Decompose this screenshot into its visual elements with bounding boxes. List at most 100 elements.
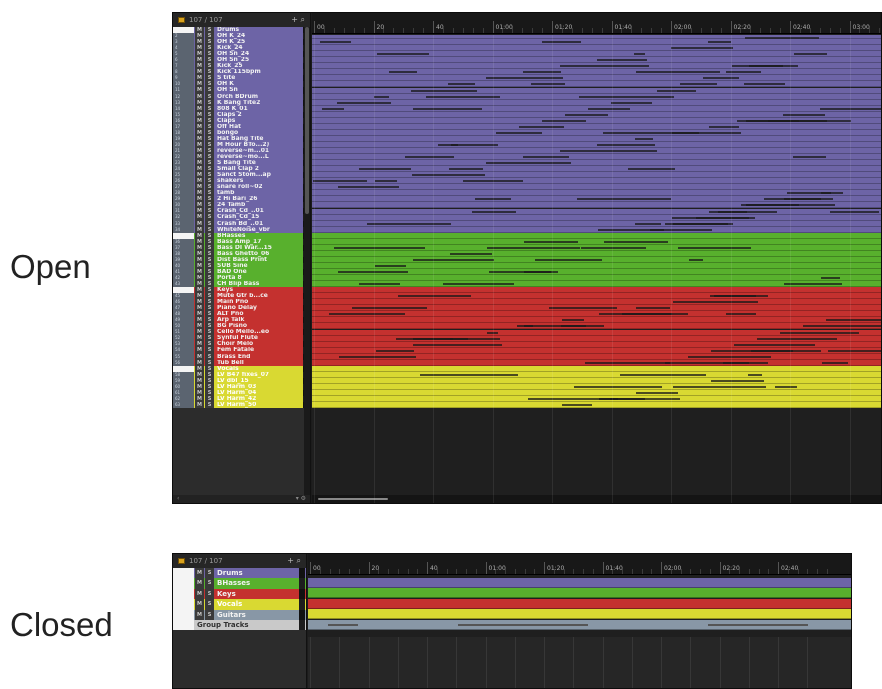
audio-region[interactable] (367, 222, 452, 225)
audio-region[interactable] (376, 349, 414, 352)
audio-region[interactable] (775, 385, 797, 388)
audio-region[interactable] (531, 83, 565, 86)
audio-region[interactable] (412, 258, 494, 261)
track-lane[interactable] (308, 609, 851, 620)
audio-region[interactable] (448, 83, 476, 86)
audio-region[interactable] (420, 373, 519, 376)
audio-region[interactable] (576, 198, 672, 201)
audio-region[interactable] (358, 283, 400, 286)
audio-region[interactable] (413, 343, 502, 346)
audio-region[interactable] (320, 41, 351, 44)
audio-region[interactable] (792, 156, 827, 159)
audio-region[interactable] (671, 47, 734, 50)
audio-region[interactable] (426, 95, 500, 98)
arrange-area[interactable]: 00 20 40 01:00 01:20 01:40 02:00 02:20 02:40 (308, 554, 851, 688)
audio-region[interactable] (672, 301, 758, 304)
audio-region[interactable] (450, 143, 499, 146)
mute-button[interactable]: M (195, 401, 204, 408)
audio-region[interactable] (635, 71, 720, 74)
audio-region[interactable] (458, 623, 588, 626)
audio-region[interactable] (524, 271, 552, 273)
audio-region[interactable] (627, 168, 675, 171)
mute-button[interactable]: M (195, 588, 204, 600)
audio-region[interactable] (610, 398, 646, 401)
timeline-ruler[interactable]: 00 20 40 01:00 01:20 01:40 02:00 02:20 02:40 03:0… (312, 13, 881, 34)
audio-region[interactable] (413, 107, 483, 110)
audio-region[interactable] (787, 192, 844, 195)
audio-region[interactable] (471, 210, 517, 213)
audio-region[interactable] (757, 337, 838, 340)
audio-region[interactable] (731, 65, 798, 68)
audio-region[interactable] (825, 319, 881, 322)
audio-region[interactable] (743, 83, 786, 86)
track-lane[interactable] (308, 578, 851, 588)
audio-region[interactable] (404, 156, 455, 159)
scrollbar-thumb[interactable] (305, 27, 309, 215)
audio-region[interactable] (548, 307, 617, 310)
track-lane[interactable] (308, 598, 851, 609)
audio-region[interactable] (635, 222, 662, 225)
track-list-scrollbar[interactable] (304, 27, 310, 495)
folder-icon[interactable] (173, 588, 194, 600)
track-row[interactable]: M S Guitars (173, 609, 306, 620)
collapse-icon[interactable]: ‹ (177, 495, 179, 503)
solo-button[interactable]: S (205, 588, 214, 600)
audio-region[interactable] (560, 325, 605, 328)
audio-region[interactable] (677, 246, 752, 249)
audio-region[interactable] (802, 325, 881, 328)
track-lane[interactable] (312, 402, 881, 409)
audio-region[interactable] (573, 385, 662, 388)
audio-region[interactable] (523, 156, 570, 159)
audio-region[interactable] (713, 295, 769, 298)
audio-region[interactable] (542, 119, 586, 122)
track-row[interactable]: M S Drums (173, 568, 306, 579)
folder-icon[interactable] (173, 619, 194, 631)
audio-region[interactable] (313, 180, 367, 183)
audio-region[interactable] (449, 252, 492, 255)
audio-region[interactable] (764, 198, 822, 201)
audio-region[interactable] (397, 295, 471, 298)
audio-region[interactable] (522, 71, 562, 74)
track-row[interactable]: M S BHasses (173, 578, 306, 589)
audio-region[interactable] (734, 343, 816, 346)
audio-region[interactable] (541, 41, 581, 44)
track-row[interactable]: 63 M S LV Harm_50 (173, 401, 310, 408)
audio-region[interactable] (794, 53, 827, 56)
audio-region[interactable] (565, 113, 608, 116)
audio-region[interactable] (689, 258, 703, 261)
audio-region[interactable] (562, 404, 592, 407)
audio-region[interactable] (784, 283, 842, 286)
solo-button[interactable]: S (205, 609, 214, 620)
folder-icon[interactable] (178, 17, 185, 23)
audio-region[interactable] (438, 143, 458, 146)
audio-region[interactable] (338, 355, 416, 358)
audio-region[interactable] (535, 258, 602, 261)
audio-region[interactable] (351, 307, 427, 310)
audio-region[interactable] (619, 373, 706, 376)
audio-region[interactable] (337, 101, 392, 104)
mute-button[interactable]: M (195, 609, 204, 620)
folder-icon[interactable] (178, 558, 185, 564)
audio-region[interactable] (710, 379, 764, 382)
audio-region[interactable] (649, 228, 712, 231)
audio-region[interactable] (443, 283, 515, 286)
audio-region[interactable] (829, 210, 880, 213)
audio-region[interactable] (622, 313, 689, 316)
audio-region[interactable] (603, 131, 700, 134)
audio-region[interactable] (560, 150, 658, 152)
audio-region[interactable] (611, 101, 652, 104)
audio-region[interactable] (519, 125, 565, 128)
folder-icon[interactable] (173, 568, 194, 579)
settings-icon[interactable]: ▾ ⚙ (296, 495, 306, 503)
audio-region[interactable] (596, 59, 648, 62)
solo-button[interactable]: S (205, 578, 214, 589)
audio-region[interactable] (634, 137, 654, 140)
audio-region[interactable] (718, 210, 778, 213)
audio-region[interactable] (337, 186, 400, 189)
solo-button[interactable]: S (205, 401, 214, 408)
audio-region[interactable] (708, 125, 740, 128)
audio-region[interactable] (748, 623, 808, 626)
audio-region[interactable] (695, 216, 756, 219)
audio-region[interactable] (656, 89, 696, 92)
audio-region[interactable] (633, 53, 646, 56)
